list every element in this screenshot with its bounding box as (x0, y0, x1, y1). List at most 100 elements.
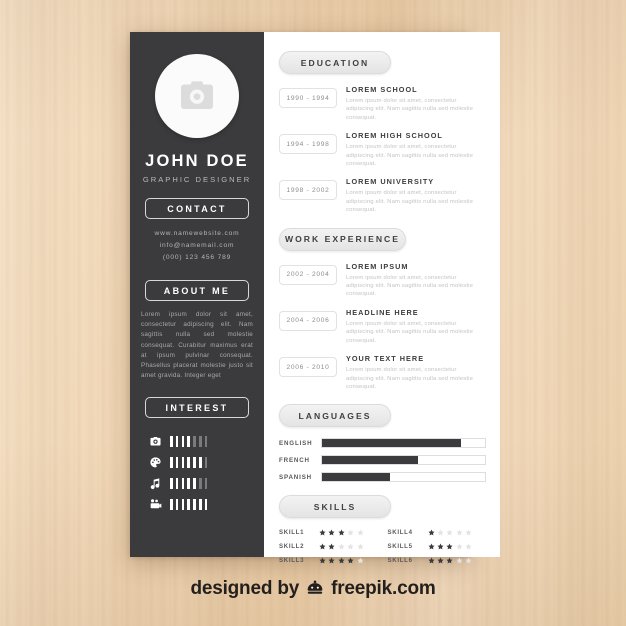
star-empty-icon (338, 543, 345, 550)
language-row: ENGLISH (279, 438, 486, 449)
entry-description: Lorem ipsum dolor sit amet, consectetur … (346, 367, 474, 390)
work-entry: 2002 - 2004 LOREM IPSUM Lorem ipsum dolo… (279, 261, 486, 299)
entry-title: LOREM HIGH SCHOOL (346, 131, 443, 141)
star-filled-icon (437, 557, 444, 564)
contact-website[interactable]: www.namewebsite.com (154, 228, 239, 240)
language-name: FRENCH (279, 456, 310, 464)
entry-description: Lorem ipsum dolor sit amet, consectetur … (346, 144, 474, 168)
skill-name: SKILL5 (387, 543, 413, 551)
star-filled-icon (427, 543, 435, 550)
interest-row (147, 494, 253, 515)
interest-row (147, 473, 253, 494)
star-filled-icon (328, 557, 335, 564)
star-empty-icon (456, 557, 463, 564)
interest-level-bars (170, 499, 208, 511)
language-progress-track (321, 472, 486, 483)
skill-rating-stars (319, 557, 364, 564)
interest-button[interactable]: INTEREST (145, 397, 249, 419)
profile-job-title: GRAPHIC DESIGNER (142, 175, 252, 184)
entry-description: Lorem ipsum dolor sit amet, consectetur … (346, 274, 474, 298)
star-filled-icon (427, 557, 435, 564)
entry-date: 1990 - 1994 (279, 88, 337, 108)
video-camera-icon (147, 498, 163, 511)
profile-name: JOHN DOE (145, 152, 249, 170)
about-me-text: Lorem ipsum dolor sit amet, consectetur … (141, 311, 253, 380)
star-filled-icon (427, 529, 435, 536)
skill-name: SKILL6 (387, 557, 413, 565)
skill-row: SKILL3 (279, 557, 378, 564)
education-entry: 1998 - 2002 LOREM UNIVERSITY Lorem ipsum… (279, 176, 486, 214)
resume-page: JOHN DOE GRAPHIC DESIGNER CONTACT www.na… (130, 32, 500, 564)
palette-icon (147, 456, 163, 469)
education-entry: 1994 - 1998 LOREM HIGH SCHOOL Lorem ipsu… (279, 130, 486, 168)
skill-name: SKILL3 (279, 557, 305, 565)
skill-name: SKILL1 (279, 529, 305, 537)
skill-name: SKILL4 (387, 529, 413, 537)
skill-name: SKILL2 (279, 543, 305, 551)
interest-level-bars (170, 436, 208, 448)
footer-prefix: designed by (190, 578, 300, 599)
skill-row: SKILL4 (388, 529, 487, 536)
camera-icon (177, 76, 217, 116)
work-experience-heading: WORK EXPERIENCE (279, 227, 406, 251)
star-filled-icon (347, 557, 354, 564)
entry-title: LOREM UNIVERSITY (346, 177, 435, 187)
entry-date: 2006 - 2010 (279, 357, 337, 378)
interest-level-bars (170, 478, 208, 490)
camera-icon (147, 435, 163, 448)
language-row: FRENCH (279, 455, 486, 466)
star-filled-icon (319, 557, 326, 564)
interest-list (141, 431, 253, 515)
star-filled-icon (437, 543, 444, 550)
star-empty-icon (456, 529, 463, 536)
star-empty-icon (465, 529, 472, 536)
interest-level-bars (170, 457, 208, 469)
language-progress-fill (322, 439, 461, 448)
education-entry: 1990 - 1994 LOREM SCHOOL Lorem ipsum dol… (279, 84, 486, 122)
contact-details: www.namewebsite.com info@namemail.com (0… (154, 228, 239, 264)
star-empty-icon (465, 543, 472, 550)
interest-row (147, 431, 253, 452)
star-filled-icon (446, 557, 453, 564)
language-name: SPANISH (279, 473, 312, 481)
about-me-button[interactable]: ABOUT ME (145, 280, 249, 301)
contact-button[interactable]: CONTACT (145, 198, 249, 219)
skill-row: SKILL5 (388, 543, 487, 550)
education-heading: EDUCATION (279, 51, 391, 74)
skill-rating-stars (319, 529, 364, 536)
star-empty-icon (347, 543, 354, 550)
star-empty-icon (357, 529, 364, 536)
star-empty-icon (357, 543, 364, 550)
skill-rating-stars (427, 557, 473, 564)
language-row: SPANISH (279, 472, 486, 483)
footer-brand: freepik.com (331, 578, 436, 599)
languages-heading: LANGUAGES (279, 404, 391, 428)
entry-date: 1998 - 2002 (279, 180, 337, 201)
footer-credit: designed by freepik.com (0, 578, 626, 600)
avatar (155, 54, 239, 138)
skills-list: SKILL1 SKILL4 SKILL2 SKILL5 SKILL3 SKILL… (279, 529, 486, 564)
star-empty-icon (437, 529, 444, 536)
entry-description: Lorem ipsum dolor sit amet, consectetur … (346, 190, 474, 214)
star-filled-icon (446, 543, 453, 550)
contact-phone[interactable]: (000) 123 456 789 (154, 252, 239, 264)
contact-email[interactable]: info@namemail.com (154, 240, 239, 252)
language-progress-track (321, 438, 486, 449)
work-entry: 2006 - 2010 YOUR TEXT HERE Lorem ipsum d… (279, 353, 486, 391)
skill-row: SKILL2 (279, 543, 378, 550)
languages-list: ENGLISH FRENCH SPANISH (279, 438, 486, 483)
entry-date: 1994 - 1998 (279, 134, 337, 155)
star-empty-icon (357, 557, 364, 564)
skill-rating-stars (319, 543, 364, 550)
star-filled-icon (328, 543, 335, 550)
language-progress-fill (322, 473, 391, 482)
entry-description: Lorem ipsum dolor sit amet, consectetur … (346, 98, 474, 121)
work-entry: 2004 - 2006 HEADLINE HERE Lorem ipsum do… (279, 307, 486, 345)
star-empty-icon (347, 529, 354, 536)
skill-row: SKILL1 (279, 529, 378, 536)
entry-date: 2002 - 2004 (279, 264, 337, 285)
interest-row (147, 452, 253, 473)
skill-rating-stars (427, 543, 473, 550)
education-list: 1990 - 1994 LOREM SCHOOL Lorem ipsum dol… (279, 84, 486, 215)
entry-title: LOREM IPSUM (346, 261, 409, 271)
